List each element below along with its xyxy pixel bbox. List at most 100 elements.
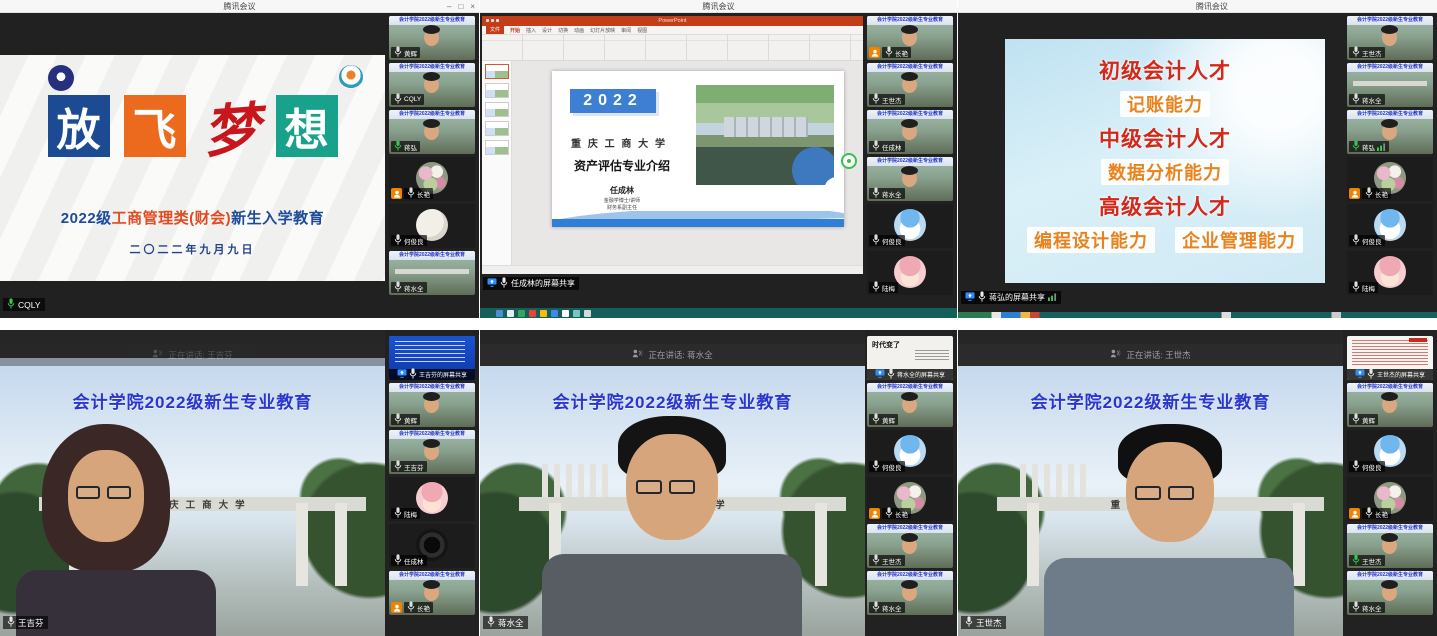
thumb-name-chip: 任成林: [869, 141, 905, 152]
participant-thumbnail[interactable]: 长艳: [1347, 477, 1433, 521]
gate-pillar: [296, 503, 308, 586]
minimize-button[interactable]: –: [447, 0, 451, 13]
ppt-ribbon-tab[interactable]: 插入: [526, 27, 536, 34]
thumb-name: 蒋弘: [404, 142, 417, 152]
mic-icon: [872, 411, 880, 428]
taskbar-app-icon[interactable]: [573, 310, 580, 317]
slide-year: 2022: [570, 89, 656, 113]
floating-assistant-button[interactable]: [841, 153, 857, 169]
taskbar-app-icon[interactable]: [496, 310, 503, 317]
participant-thumbnail[interactable]: 会计学院2022级新生专业教育蒋弘: [1347, 110, 1433, 154]
participant-thumbnail[interactable]: 会计学院2022级新生专业教育黄辉: [389, 383, 475, 427]
meeting-window-speaker-wangshijie: 会计学院2022级新生专业教育 重庆工商大学 正在讲话: 王世杰 王世杰: [958, 330, 1437, 636]
close-button[interactable]: ×: [470, 0, 475, 13]
participant-thumbnail[interactable]: 何俊良: [1347, 430, 1433, 474]
participant-thumbnail[interactable]: 会计学院2022级新生专业教育王世杰: [1347, 16, 1433, 60]
window-title: 腾讯会议: [480, 1, 957, 12]
ppt-ribbon-tab[interactable]: 设计: [542, 27, 552, 34]
participant-thumbnail[interactable]: 长艳: [1347, 157, 1433, 201]
mic-icon: [1352, 599, 1360, 616]
slide-line: 中级会计人才: [1099, 123, 1231, 153]
participant-thumbnail[interactable]: 会计学院2022级新生专业教育王世杰: [1347, 524, 1433, 568]
slide-thumbnail[interactable]: [485, 83, 509, 98]
participant-thumbnail[interactable]: 会计学院2022级新生专业教育王世杰: [867, 524, 953, 568]
ppt-slide-pane[interactable]: [482, 61, 512, 265]
mic-icon: [872, 185, 880, 202]
participant-thumbnail[interactable]: 会计学院2022级新生专业教育蒋水全: [389, 251, 475, 295]
taskbar-app-icon[interactable]: [529, 310, 536, 317]
participant-thumbnail[interactable]: 长艳: [389, 157, 475, 201]
participant-thumbnail[interactable]: 长艳: [867, 477, 953, 521]
participant-thumbnail[interactable]: 何俊良: [867, 204, 953, 248]
person-face: [902, 29, 917, 46]
participant-thumbnail[interactable]: 会计学院2022级新生专业教育CQLY: [389, 63, 475, 107]
participant-thumbnail[interactable]: 何俊良: [1347, 204, 1433, 248]
participant-thumbnail[interactable]: 会计学院2022级新生专业教育黄辉: [389, 16, 475, 60]
slide-date: 二〇二二年九月九日: [0, 241, 385, 257]
slide-thumbnail[interactable]: [485, 64, 509, 79]
campus-slide-background: 会计学院2022级新生专业教育 重庆工商大学: [0, 358, 385, 636]
participant-thumbnail[interactable]: 会计学院2022级新生专业教育蒋水全: [867, 157, 953, 201]
campus-slide-background: 会计学院2022级新生专业教育 重庆工商大学: [480, 358, 865, 636]
thumb-name-chip: 黄辉: [1349, 414, 1378, 425]
participant-thumbnail[interactable]: 陆梅: [1347, 251, 1433, 295]
slide-thumbnail[interactable]: [485, 121, 509, 136]
participant-thumbnail[interactable]: 会计学院2022级新生专业教育王吉芬: [389, 430, 475, 474]
participant-thumbnail[interactable]: 陆梅: [389, 477, 475, 521]
ppt-ribbon-tab[interactable]: 视图: [637, 27, 647, 34]
thumb-name: CQLY: [404, 96, 421, 103]
participant-thumbnail[interactable]: 会计学院2022级新生专业教育任成林: [867, 110, 953, 154]
taskbar-app-icon[interactable]: [518, 310, 525, 317]
ppt-ribbon-tab[interactable]: 审阅: [621, 27, 631, 34]
thumb-name: 黄辉: [1362, 415, 1375, 425]
taskbar-app-icon[interactable]: [551, 310, 558, 317]
maximize-button[interactable]: □: [458, 0, 463, 13]
participant-thumbnail[interactable]: 何俊良: [867, 430, 953, 474]
participant-thumbnail[interactable]: 会计学院2022级新生专业教育长艳: [867, 16, 953, 60]
mic-icon: [1367, 368, 1375, 380]
thumb-name-chip: 蒋水全: [391, 282, 427, 293]
taskbar-app-icon[interactable]: [540, 310, 547, 317]
ppt-ribbon-tab[interactable]: 动画: [574, 27, 584, 34]
slide-line-row: 编程设计能力 企业管理能力: [1027, 227, 1303, 253]
ppt-ribbon-tab[interactable]: 开始: [510, 27, 520, 34]
participant-thumbnail[interactable]: 王吉芬的屏幕共享: [389, 336, 475, 380]
window-titlebar: 腾讯会议 – □ ×: [0, 0, 479, 13]
participant-thumbnail[interactable]: 王世杰的屏幕共享: [1347, 336, 1433, 380]
participant-thumbnail[interactable]: 陆梅: [867, 251, 953, 295]
thumb-banner-text: 会计学院2022级新生专业教育: [1347, 63, 1433, 72]
taskbar-app-icon[interactable]: [584, 310, 591, 317]
thumb-name-row: 蒋水全: [1349, 94, 1385, 105]
thumb-banner-text: 会计学院2022级新生专业教育: [867, 63, 953, 72]
participant-strip: 会计学院2022级新生专业教育长艳会计学院2022级新生专业教育王世杰会计学院2…: [863, 13, 957, 306]
participant-thumbnail[interactable]: 会计学院2022级新生专业教育王世杰: [867, 63, 953, 107]
participant-thumbnail[interactable]: 会计学院2022级新生专业教育蒋水全: [867, 571, 953, 615]
ppt-ribbon-tab[interactable]: 幻灯片放映: [590, 27, 615, 34]
ppt-ribbon-tab[interactable]: 切换: [558, 27, 568, 34]
participant-thumbnail[interactable]: 会计学院2022级新生专业教育蒋弘: [389, 110, 475, 154]
speaker-video: 会计学院2022级新生专业教育 重庆工商大学 正在讲话: 王世杰 王世杰: [958, 330, 1343, 636]
slide-thumbnail[interactable]: [485, 102, 509, 117]
participant-strip: 时代变了蒋水全的屏幕共享会计学院2022级新生专业教育黄辉何俊良长艳会计学院20…: [863, 330, 957, 636]
mic-icon: [500, 277, 508, 290]
participant-thumbnail[interactable]: 会计学院2022级新生专业教育蒋水全: [1347, 571, 1433, 615]
slide-thumbnail[interactable]: [485, 140, 509, 155]
participant-thumbnail[interactable]: 会计学院2022级新生专业教育蒋水全: [1347, 63, 1433, 107]
mic-icon: [409, 368, 417, 380]
mic-icon: [965, 614, 973, 632]
participant-thumbnail[interactable]: 何俊良: [389, 204, 475, 248]
thumb-name: 长艳: [895, 48, 908, 58]
taskbar-app-icon[interactable]: [507, 310, 514, 317]
ppt-ribbon-tab[interactable]: 文件: [486, 26, 504, 34]
taskbar-app-icon[interactable]: [562, 310, 569, 317]
participant-thumbnail[interactable]: 会计学院2022级新生专业教育黄辉: [1347, 383, 1433, 427]
slide-presenter: 任成林: [552, 185, 692, 196]
mic-icon: [487, 614, 495, 632]
meeting-stage: PowerPoint 文件开始插入设计切换动画幻灯片放映审阅视图 2022: [480, 13, 957, 318]
participant-thumbnail[interactable]: 会计学院2022级新生专业教育长艳: [389, 571, 475, 615]
participant-thumbnail[interactable]: 任成林: [389, 524, 475, 568]
participant-thumbnail[interactable]: 时代变了蒋水全的屏幕共享: [867, 336, 953, 380]
mic-icon: [872, 232, 880, 249]
screen-share-icon: [1355, 369, 1365, 380]
participant-thumbnail[interactable]: 会计学院2022级新生专业教育黄辉: [867, 383, 953, 427]
